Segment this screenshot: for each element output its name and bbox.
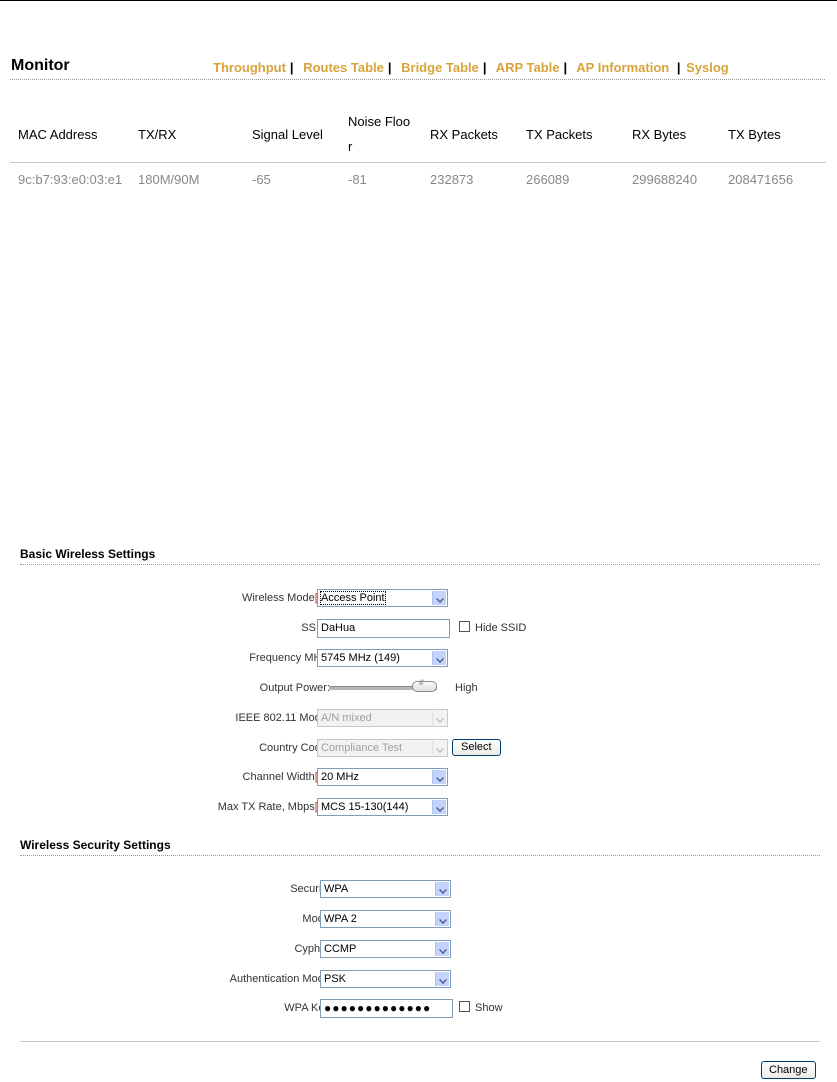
chevron-down-icon: [435, 942, 449, 956]
nav-separator: |: [482, 60, 487, 75]
cell-tx-packets: 266089: [526, 172, 570, 187]
chevron-down-icon: [432, 741, 446, 755]
nav-routes-table[interactable]: Routes Table: [303, 60, 384, 75]
wireless-mode-select[interactable]: Access Point: [317, 589, 448, 607]
chevron-down-icon: [432, 651, 446, 665]
nav-separator: |: [673, 60, 681, 75]
nav-ap-information[interactable]: AP Information: [576, 60, 669, 75]
max-tx-rate-row: Max TX Rate, Mbps[?]: MCS 15-130(144): [20, 798, 820, 818]
chevron-down-icon: [432, 711, 446, 725]
country-code-row: Country Code: Compliance Test Select: [20, 739, 820, 759]
cypher-select[interactable]: CCMP: [320, 940, 451, 958]
auth-mode-row: Authentication Mode: PSK: [20, 970, 820, 990]
frequency-row: Frequency MHz: 5745 MHz (149): [20, 649, 820, 669]
ieee-mode-label: IEEE 802.11 Mode:: [235, 712, 330, 724]
wpa-key-input[interactable]: ●●●●●●●●●●●●●: [320, 999, 453, 1018]
ieee-mode-row: IEEE 802.11 Mode: A/N mixed: [20, 709, 820, 729]
cell-tx-bytes: 208471656: [728, 172, 794, 187]
cell-signal: -65: [252, 172, 271, 187]
max-tx-rate-label: Max TX Rate, Mbps[?]:: [218, 801, 330, 813]
channel-width-select[interactable]: 20 MHz: [317, 768, 448, 786]
output-power-row: Output Power: High: [20, 679, 820, 699]
cell-tx-rx: 180M/90M: [138, 172, 200, 187]
country-code-select: Compliance Test: [317, 739, 448, 757]
change-button[interactable]: Change: [761, 1061, 816, 1079]
security-row: Security: WPA: [20, 880, 820, 900]
ieee-mode-select: A/N mixed: [317, 709, 448, 727]
basic-divider: [20, 564, 820, 565]
col-noise-floor: Noise Floo r: [340, 106, 422, 163]
chevron-down-icon: [432, 770, 446, 784]
chevron-down-icon: [435, 912, 449, 926]
hide-ssid-checkbox[interactable]: [459, 621, 470, 632]
table-header-row: MAC Address TX/RX Signal Level Noise Flo…: [10, 106, 826, 163]
frequency-select[interactable]: 5745 MHz (149): [317, 649, 448, 667]
wpa-key-row: WPA Key: ●●●●●●●●●●●●● Show: [20, 999, 820, 1019]
cell-rx-packets: 232873: [430, 172, 474, 187]
auth-mode-label: Authentication Mode:: [229, 973, 333, 985]
chevron-down-icon: [435, 972, 449, 986]
nav-throughput[interactable]: Throughput: [213, 60, 286, 75]
max-tx-rate-select[interactable]: MCS 15-130(144): [317, 798, 448, 816]
cell-rx-bytes: 299688240: [632, 172, 698, 187]
basic-wireless-title: Basic Wireless Settings: [20, 547, 156, 561]
slider-thumb[interactable]: [412, 680, 437, 692]
nav-arp-table[interactable]: ARP Table: [496, 60, 560, 75]
col-tx-rx: TX/RX: [138, 126, 177, 142]
chevron-down-icon: [432, 591, 446, 605]
output-power-value: High: [455, 682, 478, 694]
nav-syslog[interactable]: Syslog: [686, 60, 729, 75]
col-rx-bytes: RX Bytes: [632, 126, 687, 142]
col-tx-bytes: TX Bytes: [728, 126, 781, 142]
show-key-label: Show: [475, 1002, 503, 1014]
table-row: 9c:b7:93:e0:03:e1 180M/90M -65 -81 23287…: [10, 163, 826, 195]
col-rx-packets: RX Packets: [430, 126, 498, 142]
channel-width-row: Channel Width[?]: 20 MHz: [20, 768, 820, 788]
ssid-row: SSID: DaHua Hide SSID: [20, 619, 820, 639]
ssid-input[interactable]: DaHua: [317, 619, 450, 638]
output-power-slider[interactable]: [317, 679, 457, 697]
monitor-title: Monitor: [11, 57, 70, 74]
noise-floor-text: Noise Floo r: [348, 114, 411, 154]
mode-select[interactable]: WPA 2: [320, 910, 451, 928]
show-key-checkbox[interactable]: [459, 1001, 470, 1012]
cell-mac: 9c:b7:93:e0:03:e1: [18, 172, 123, 187]
cypher-row: Cypher: CCMP: [20, 940, 820, 960]
monitor-nav: Throughput | Routes Table | Bridge Table | …: [213, 60, 729, 75]
security-select[interactable]: WPA: [320, 880, 451, 898]
chevron-down-icon: [432, 800, 446, 814]
nav-separator: |: [289, 60, 294, 75]
cell-noise: -81: [348, 172, 367, 187]
hide-ssid-label: Hide SSID: [475, 622, 527, 634]
col-tx-packets: TX Packets: [526, 126, 593, 142]
auth-mode-select[interactable]: PSK: [320, 970, 451, 988]
nav-bridge-table[interactable]: Bridge Table: [401, 60, 479, 75]
security-divider: [20, 855, 820, 856]
nav-separator: |: [563, 60, 568, 75]
col-mac-address: MAC Address: [18, 126, 98, 142]
chevron-down-icon: [435, 882, 449, 896]
station-table: MAC Address TX/RX Signal Level Noise Flo…: [10, 106, 826, 194]
select-country-button[interactable]: Select: [452, 739, 501, 756]
col-signal-level: Signal Level: [252, 126, 323, 142]
bottom-divider: [20, 1041, 820, 1042]
top-border: [0, 0, 837, 1]
nav-separator: |: [387, 60, 392, 75]
wireless-mode-row: Wireless Mode[?]: Access Point: [20, 589, 820, 609]
wireless-security-title: Wireless Security Settings: [20, 838, 171, 852]
monitor-divider: [10, 79, 825, 80]
mode-row: Mode: WPA 2: [20, 910, 820, 930]
